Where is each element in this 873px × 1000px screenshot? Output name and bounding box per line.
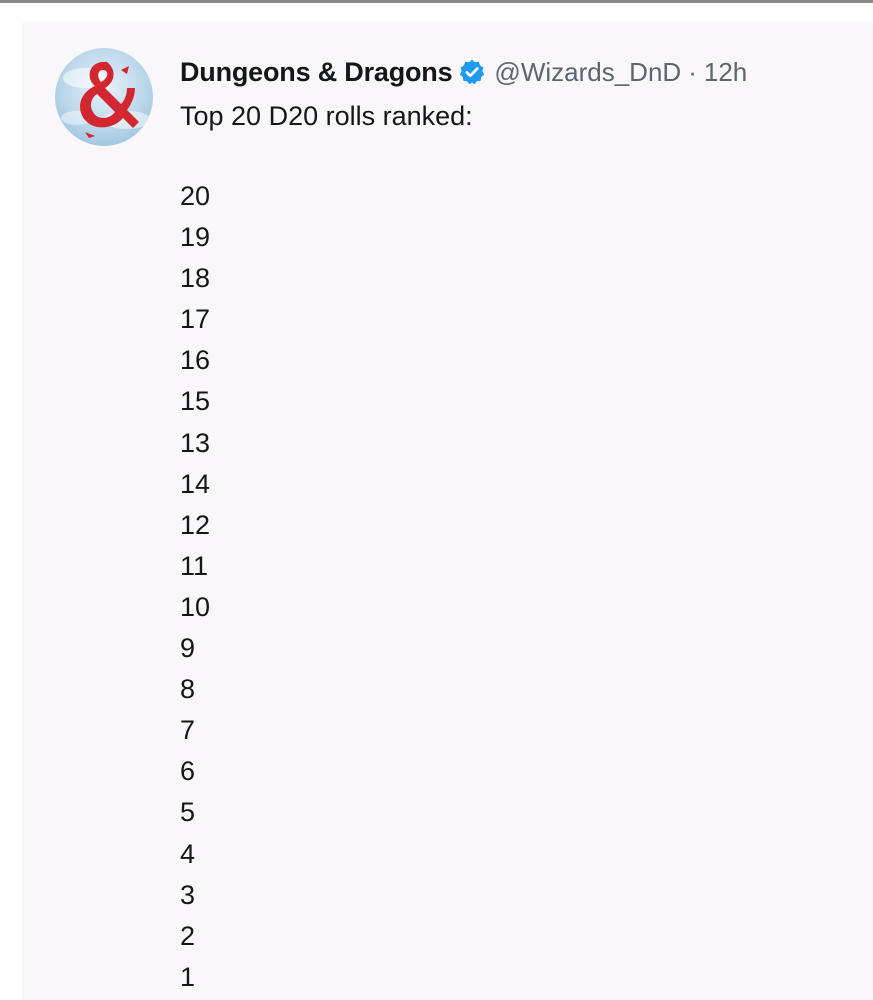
list-item: 15: [180, 386, 211, 417]
display-name[interactable]: Dungeons & Dragons: [180, 57, 453, 88]
list-item: 5: [180, 797, 196, 828]
separator-dot: ·: [688, 56, 697, 87]
left-margin: [0, 3, 22, 1000]
list-item: 14: [180, 468, 211, 499]
list-item: 4: [180, 838, 196, 869]
list-item: 2: [180, 920, 196, 951]
list-item: 12: [180, 509, 211, 540]
top-gap: [0, 3, 873, 22]
list-item: 1: [180, 961, 196, 992]
tweet-text: Top 20 D20 rolls ranked:: [180, 101, 473, 131]
list-item: 19: [180, 222, 211, 253]
list-item: 16: [180, 345, 211, 376]
list-item: 10: [180, 591, 211, 622]
verified-badge-icon: [458, 58, 486, 86]
list-item: 9: [180, 633, 196, 664]
ranking-list: 20 19 18 17 16 15 13 14 12 11 10 9 8 7 6…: [180, 176, 210, 998]
list-item: 3: [180, 879, 196, 910]
tweet-card[interactable]: [22, 22, 873, 1000]
avatar[interactable]: [55, 48, 153, 146]
list-item: 8: [180, 674, 196, 705]
list-item: 11: [180, 550, 209, 581]
list-item: 17: [180, 304, 211, 335]
dnd-ampersand-dragon-icon: [61, 61, 151, 138]
author-handle[interactable]: @Wizards_DnD: [494, 57, 681, 88]
list-item: 18: [180, 263, 211, 294]
list-item: 6: [180, 756, 196, 787]
timestamp[interactable]: 12h: [704, 57, 747, 88]
list-item: 20: [180, 181, 211, 211]
list-item: 7: [180, 715, 196, 746]
list-item: 13: [180, 427, 211, 458]
tweet-header: Dungeons & Dragons @Wizards_DnD · 12h: [180, 52, 747, 92]
